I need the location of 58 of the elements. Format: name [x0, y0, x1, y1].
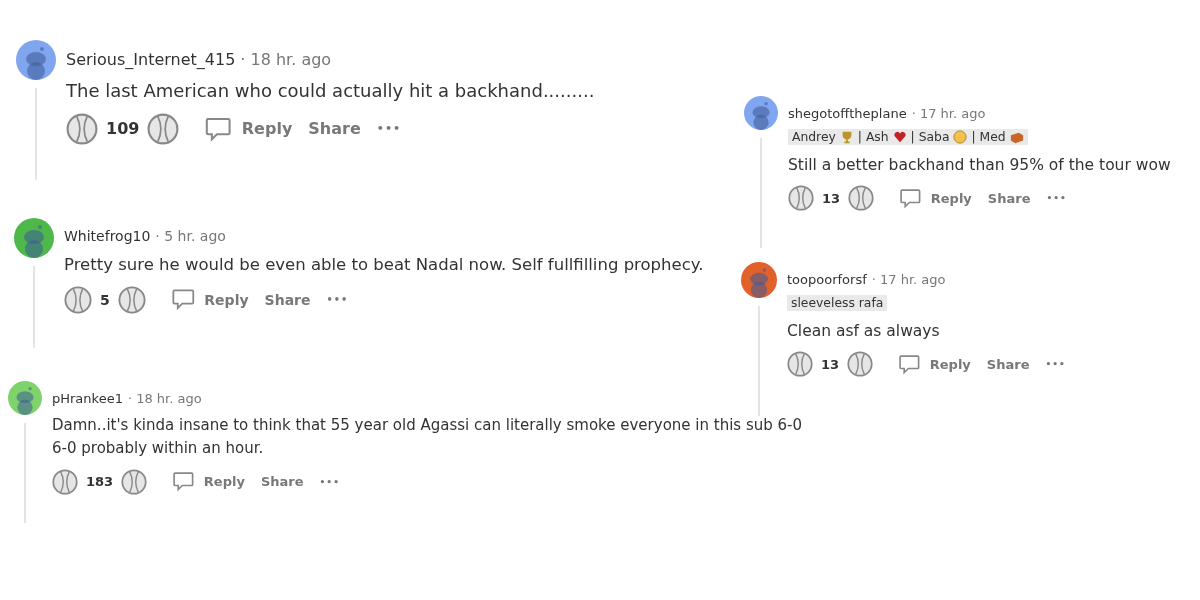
timestamp: · 18 hr. ago [240, 50, 332, 69]
heart-icon [892, 130, 907, 144]
vote-count: 109 [106, 119, 140, 139]
reply-button[interactable]: Reply [165, 286, 253, 313]
comment-text: Pretty sure he would be even able to beat Nadal now. Self fullfilling prophecy. [64, 254, 704, 276]
more-button[interactable]: ••• [1041, 359, 1070, 369]
brick-icon [1009, 130, 1024, 144]
username[interactable]: pHrankee1 [52, 391, 123, 406]
flair-text: sleeveless rafa [791, 296, 884, 310]
upvote-icon[interactable] [52, 468, 78, 495]
reply-button[interactable]: Reply [894, 185, 976, 211]
flair-text: | Ash [857, 130, 889, 144]
comment-text: Still a better backhand than 95% of the tour wow [788, 155, 1171, 176]
downvote-icon[interactable] [117, 285, 146, 314]
upvote-icon[interactable] [788, 185, 814, 211]
share-button[interactable]: Share [982, 356, 1034, 372]
comment-text: Damn..it's kinda insane to think that 55 year old Agassi can literally smoke everyone in this sub 6-0 6-0 probably within an hour. [52, 415, 802, 460]
reply-button[interactable]: Reply [167, 469, 249, 494]
upvote-icon[interactable] [66, 112, 98, 145]
flair-text: | Med [971, 130, 1006, 144]
more-button[interactable]: ••• [1042, 193, 1071, 203]
flair-text: Andrey [792, 130, 836, 144]
avatar-icon [8, 381, 42, 415]
share-button[interactable]: Share [256, 474, 308, 489]
reply-button[interactable]: Reply [893, 351, 975, 377]
share-button[interactable]: Share [304, 119, 365, 139]
vote-count: 183 [86, 474, 114, 489]
avatar-icon [744, 96, 778, 130]
timestamp: · 17 hr. ago [911, 106, 986, 121]
more-button[interactable]: ••• [315, 476, 344, 487]
avatar-icon [16, 40, 56, 80]
timestamp: · 17 hr. ago [871, 272, 946, 287]
more-button[interactable]: ••• [372, 122, 406, 136]
comment-text: Clean asf as always [787, 321, 941, 342]
downvote-icon[interactable] [121, 468, 148, 495]
flair-text: | Saba [910, 130, 950, 144]
timestamp: · 18 hr. ago [127, 391, 202, 406]
username[interactable]: Whitefrog10 [64, 228, 151, 244]
downvote-icon[interactable] [848, 185, 875, 211]
downvote-icon[interactable] [847, 351, 874, 377]
vote-count: 13 [821, 356, 840, 372]
share-button[interactable]: Share [260, 291, 315, 308]
timestamp: · 5 hr. ago [155, 228, 226, 244]
comment-text: The last American who could actually hit a backhand......... [66, 79, 595, 103]
speech-bubble-icon [171, 469, 196, 494]
vote-count: 5 [100, 291, 110, 308]
avatar-icon [14, 218, 54, 258]
username[interactable]: toopoorforsf [787, 272, 867, 287]
downvote-icon[interactable] [147, 112, 180, 145]
upvote-icon[interactable] [787, 351, 813, 377]
vote-count: 13 [822, 190, 841, 206]
upvote-icon[interactable] [64, 285, 92, 314]
share-button[interactable]: Share [983, 190, 1035, 206]
reply-button[interactable]: Reply [199, 113, 297, 145]
username[interactable]: shegotofftheplane [788, 106, 907, 121]
more-button[interactable]: ••• [322, 294, 353, 306]
avatar-icon [741, 262, 777, 298]
username[interactable]: Serious_Internet_415 [66, 50, 236, 69]
